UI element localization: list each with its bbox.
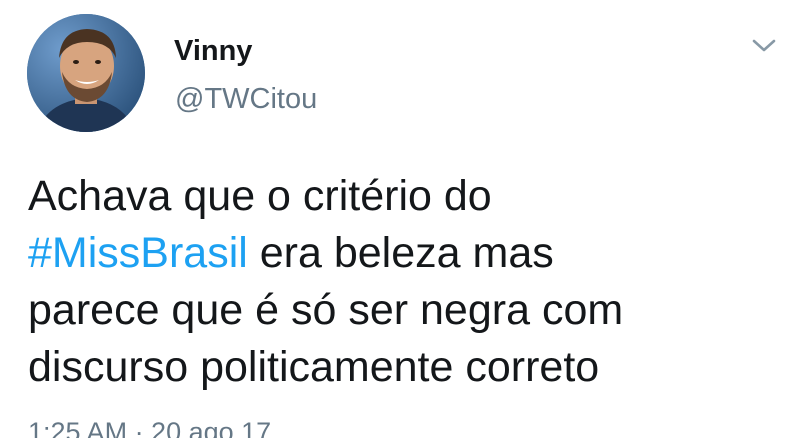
tweet-text-line: parece que é só ser negra com — [28, 286, 624, 334]
tweet-text: Achava que o critério do #MissBrasil era… — [28, 168, 788, 396]
chevron-down-icon — [752, 39, 776, 52]
tweet-timestamp[interactable]: 1:25 AM · 20 ago 17 — [28, 416, 271, 438]
avatar-image — [27, 14, 145, 132]
tweet-text-line: Achava que o critério do — [28, 172, 492, 220]
tweet-menu-button[interactable] — [748, 33, 780, 59]
hashtag-link[interactable]: #MissBrasil — [28, 229, 248, 277]
author-handle[interactable]: @TWCitou — [175, 82, 317, 116]
tweet-text-segment: era beleza mas — [247, 229, 554, 277]
avatar[interactable] — [27, 14, 145, 132]
tweet-text-line: #MissBrasil era beleza mas — [28, 225, 788, 282]
author-display-name[interactable]: Vinny — [174, 34, 252, 68]
tweet-card: Vinny @TWCitou Achava que o critério do … — [0, 0, 800, 438]
tweet-text-line: discurso politicamente correto — [28, 343, 600, 391]
